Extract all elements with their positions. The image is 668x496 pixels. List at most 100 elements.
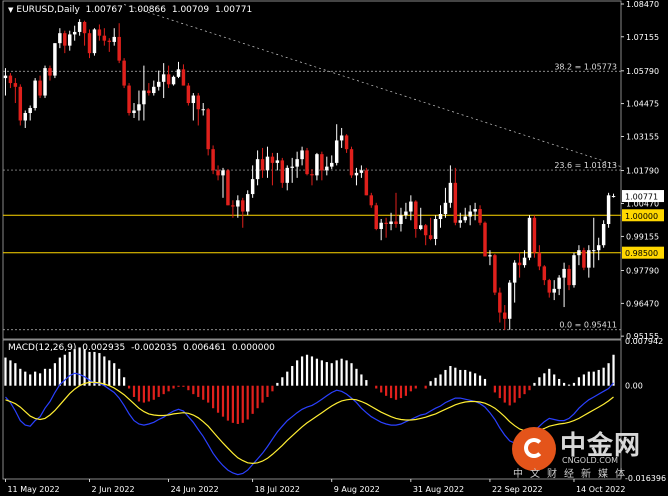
candle-body	[191, 95, 196, 104]
candle-body	[270, 156, 275, 163]
time-tick-label: 11 May 2022	[7, 485, 59, 494]
price-tick-label: 1.03155	[626, 133, 659, 142]
fib-level-label: 0.0 = 0.95411	[559, 321, 617, 330]
candle-body	[428, 235, 433, 239]
price-tick-label: 0.97790	[626, 266, 659, 275]
watermark-tagline: 中文财经新媒体	[513, 469, 632, 480]
candle-body	[567, 268, 571, 286]
candle-body	[236, 200, 240, 207]
candle-body	[300, 150, 304, 160]
candle-body	[394, 221, 398, 225]
price-chart[interactable]: 38.2 = 1.05773 23.6 = 1.01813 0.0 = 0.9541…	[0, 0, 668, 496]
symbol-name: EURUSD,Daily	[16, 5, 80, 15]
candle-body	[245, 194, 250, 212]
candle-body	[221, 170, 225, 176]
candle-body	[552, 288, 556, 293]
candle-body	[43, 68, 47, 96]
high-price: 1.00866	[128, 5, 166, 15]
candle-body	[517, 262, 522, 266]
candle-body	[503, 312, 507, 319]
candle-body	[132, 110, 136, 114]
macd-value-hist: 0.006461	[183, 343, 227, 353]
candle-body	[147, 90, 151, 94]
candle-body	[68, 34, 72, 46]
candle-body	[409, 201, 413, 212]
candle-body	[152, 86, 156, 94]
candle-body	[414, 201, 418, 229]
candle-body	[433, 219, 438, 239]
candle-body	[166, 74, 171, 85]
candle-body	[596, 245, 601, 251]
watermark-site: CNGOLD.COM	[562, 456, 619, 465]
price-tick-label: 1.07155	[626, 33, 659, 42]
candle-body	[537, 252, 542, 267]
time-tick-label: 22 Sep 2022	[492, 485, 543, 494]
macd-tick-label: 0.00	[625, 382, 643, 391]
candle-body	[458, 220, 463, 223]
fib-level-label: 23.6 = 1.01813	[554, 161, 617, 170]
candle-body	[320, 154, 324, 171]
macd-value-signal: -0.002035	[131, 343, 178, 353]
candle-body	[13, 83, 18, 87]
macd-label: MACD(12,26,9)	[8, 343, 77, 353]
candle-body	[468, 211, 472, 217]
candle-body	[48, 68, 52, 76]
candle-body	[3, 75, 8, 79]
candle-body	[349, 149, 354, 176]
low-price: 1.00709	[171, 5, 210, 15]
candle-body	[53, 43, 57, 76]
candle-body	[137, 104, 141, 111]
candle-body	[181, 69, 186, 86]
candle-body	[250, 179, 255, 195]
macd-value-main: 0.002935	[82, 343, 126, 353]
candle-body	[63, 33, 67, 46]
trendline	[124, 4, 622, 167]
candle-body	[443, 202, 448, 215]
candle-body	[507, 282, 512, 319]
candle-body	[290, 166, 294, 168]
candle-body	[92, 29, 97, 54]
price-tick-label: 1.00470	[626, 200, 659, 209]
candle-body	[512, 262, 517, 283]
candle-body	[334, 140, 339, 163]
candle-body	[339, 135, 344, 141]
candle-body	[354, 172, 359, 176]
close-price: 1.00771	[214, 5, 253, 15]
candle-body	[601, 224, 606, 246]
candle-body	[186, 85, 191, 104]
candle-body	[226, 170, 230, 206]
open-price: 1.00767	[85, 5, 123, 15]
candle-body	[18, 86, 23, 121]
candle-body	[127, 85, 131, 114]
candle-body	[171, 76, 176, 85]
candle-body	[112, 36, 116, 42]
candle-body	[379, 222, 383, 229]
candle-body	[527, 217, 532, 258]
level-price-label: 0.98500	[625, 249, 658, 258]
candle-body	[557, 277, 561, 289]
candle-body	[493, 255, 497, 293]
candle-body	[295, 159, 299, 167]
candle-body	[58, 33, 62, 44]
candle-body	[305, 150, 309, 175]
candle-body	[156, 81, 161, 87]
candle-body	[562, 268, 566, 278]
candle-body	[418, 225, 423, 229]
time-tick-label: 2 Jun 2022	[92, 485, 135, 494]
candle-body	[453, 182, 458, 223]
candle-body	[216, 170, 220, 176]
candle-body	[122, 60, 126, 86]
candle-body	[206, 109, 210, 150]
candle-body	[161, 74, 166, 82]
price-tick-label: 1.04475	[626, 100, 659, 109]
candle-body	[330, 162, 334, 167]
candle-body	[280, 160, 285, 183]
watermark: 中金网 CNGOLD.COM 中文财经新媒体	[512, 425, 662, 480]
candle-body	[275, 160, 280, 163]
time-tick-label: 14 Oct 2022	[576, 485, 625, 494]
candle-body	[404, 211, 408, 216]
candle-body	[572, 255, 576, 286]
candle-body	[38, 80, 42, 96]
candle-body	[117, 36, 121, 61]
price-tick-label: 1.05790	[626, 67, 659, 76]
